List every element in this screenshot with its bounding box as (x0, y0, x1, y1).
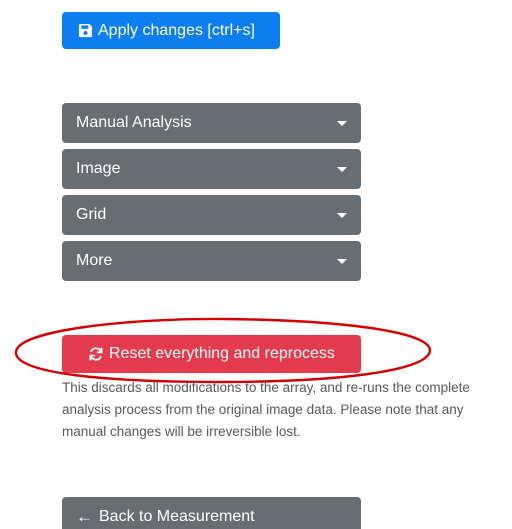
dropdown-label: Image (76, 160, 121, 177)
caret-down-icon (337, 120, 347, 126)
dropdown-more[interactable]: More (62, 241, 361, 281)
dropdown-manual-analysis[interactable]: Manual Analysis (62, 103, 361, 143)
save-icon (78, 23, 93, 38)
caret-down-icon (337, 212, 347, 218)
back-to-measurement-button[interactable]: ← Back to Measurement (62, 497, 361, 529)
dropdown-grid[interactable]: Grid (62, 195, 361, 235)
back-to-measurement-label: Back to Measurement (99, 508, 255, 525)
reset-reprocess-label: Reset everything and reprocess (109, 345, 335, 362)
reset-reprocess-button[interactable]: Reset everything and reprocess (62, 335, 361, 373)
refresh-icon (88, 346, 104, 362)
arrow-left-icon: ← (76, 507, 93, 526)
apply-changes-label: Apply changes [ctrl+s] (98, 21, 255, 39)
dropdown-label: Grid (76, 206, 107, 223)
dropdown-label: Manual Analysis (76, 114, 192, 131)
dropdown-label: More (76, 252, 113, 269)
caret-down-icon (337, 166, 347, 172)
dropdown-image[interactable]: Image (62, 149, 361, 189)
reset-help-text: This discards all modifications to the a… (62, 380, 470, 439)
apply-changes-button[interactable]: Apply changes [ctrl+s] (62, 12, 280, 49)
analysis-settings-panel: Apply changes [ctrl+s] Manual Analysis I… (0, 0, 512, 529)
caret-down-icon (337, 258, 347, 264)
